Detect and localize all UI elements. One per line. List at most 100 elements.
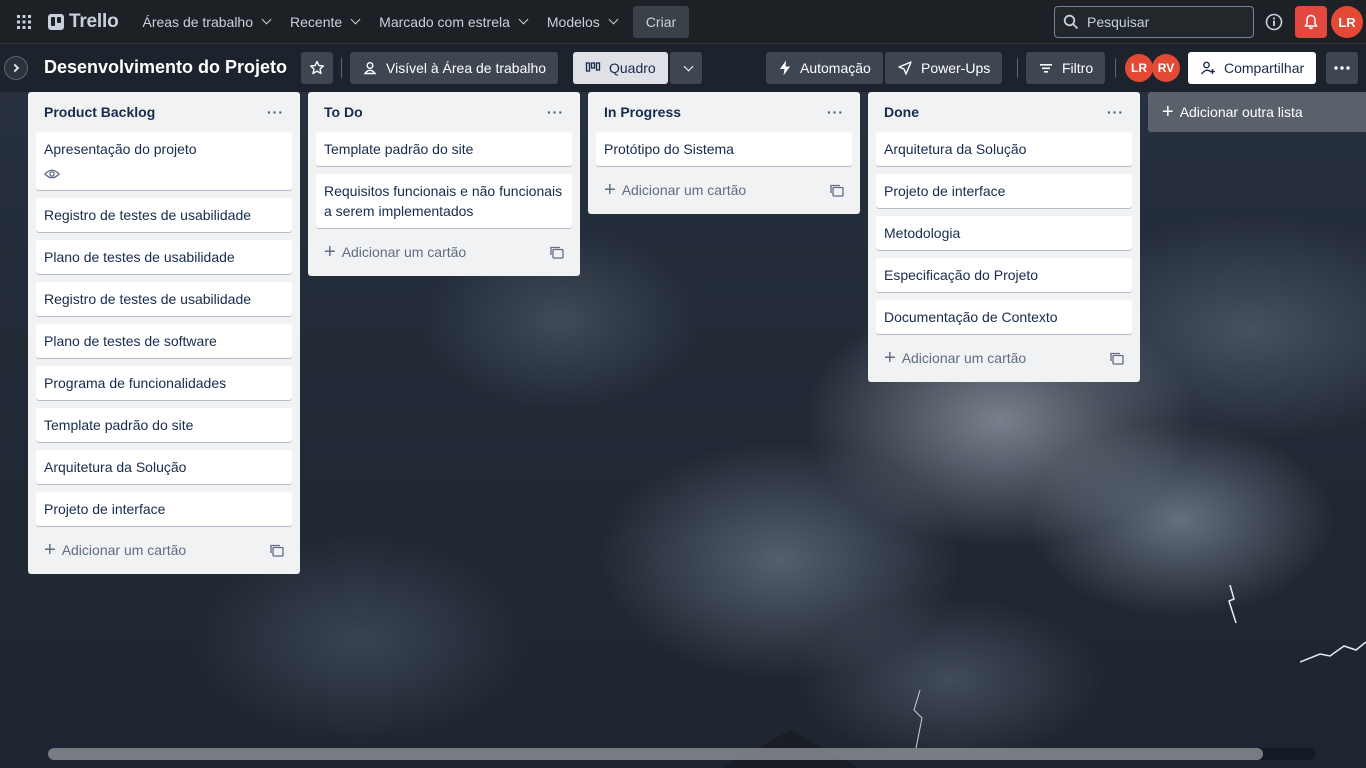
list-title[interactable]: In Progress (604, 104, 681, 120)
rocket-icon (898, 61, 912, 75)
board-title[interactable]: Desenvolvimento do Projeto (44, 57, 287, 78)
filter-icon (1040, 64, 1052, 73)
add-card-button[interactable]: + Adicionar um cartão (44, 540, 186, 560)
card[interactable]: Protótipo do Sistema (596, 132, 852, 166)
card[interactable]: Registro de testes de usabilidade (36, 282, 292, 316)
member-avatar[interactable]: RV (1152, 54, 1180, 82)
add-card-row: + Adicionar um cartão (876, 342, 1132, 374)
card[interactable]: Projeto de interface (36, 492, 292, 526)
card-badges (44, 165, 284, 183)
add-list-button[interactable]: + Adicionar outra lista (1148, 92, 1366, 132)
more-icon[interactable]: ··· (547, 105, 564, 119)
template-icon[interactable] (1110, 352, 1124, 365)
search-input[interactable]: Pesquisar (1054, 6, 1254, 38)
card[interactable]: Registro de testes de usabilidade (36, 198, 292, 232)
card-title: Template padrão do site (324, 141, 474, 157)
list-header: In Progress ··· (596, 92, 852, 132)
app-name: Trello (69, 10, 119, 32)
people-icon (363, 62, 377, 75)
more-icon[interactable]: ··· (1107, 105, 1124, 119)
card[interactable]: Documentação de Contexto (876, 300, 1132, 334)
automation-button[interactable]: Automação (766, 52, 883, 84)
list-title[interactable]: Done (884, 104, 919, 120)
search-icon (1063, 14, 1079, 30)
card[interactable]: Requisitos funcionais e não funcionais a… (316, 174, 572, 228)
notifications-button[interactable] (1295, 6, 1327, 38)
nav-starred-menu[interactable]: Marcado com estrela (369, 6, 537, 38)
nav-menu-label: Marcado com estrela (379, 13, 510, 30)
star-board-button[interactable] (301, 52, 333, 84)
create-button[interactable]: Criar (632, 5, 690, 38)
card-title: Template padrão do site (44, 417, 194, 433)
card[interactable]: Metodologia (876, 216, 1132, 250)
card-title: Metodologia (884, 225, 961, 241)
plus-icon: + (1162, 101, 1174, 123)
filter-button[interactable]: Filtro (1026, 52, 1106, 84)
share-label: Compartilhar (1224, 60, 1305, 76)
more-icon[interactable]: ··· (267, 105, 284, 119)
more-icon[interactable]: ··· (827, 105, 844, 119)
powerups-button[interactable]: Power-Ups (885, 52, 1003, 84)
list-to-do[interactable]: To Do ··· Template padrão do site Requis… (308, 92, 580, 276)
filter-label: Filtro (1062, 60, 1094, 76)
card[interactable]: Projeto de interface (876, 174, 1132, 208)
visibility-button[interactable]: Visível à Área de trabalho (350, 52, 559, 84)
board-menu-button[interactable] (1326, 52, 1358, 84)
card[interactable]: Template padrão do site (36, 408, 292, 442)
add-card-button[interactable]: + Adicionar um cartão (604, 180, 747, 200)
card[interactable]: Plano de testes de software (36, 324, 292, 358)
add-card-button[interactable]: + Adicionar um cartão (324, 241, 467, 263)
app-switcher-icon[interactable] (12, 10, 36, 34)
board-view-label: Quadro (609, 60, 656, 76)
trello-logo[interactable]: Trello (48, 10, 119, 33)
add-card-button[interactable]: + Adicionar um cartão (884, 348, 1026, 368)
plus-icon: + (324, 241, 336, 263)
horizontal-scrollbar[interactable] (48, 748, 1316, 760)
card-title: Protótipo do Sistema (604, 141, 734, 157)
template-icon[interactable] (830, 184, 844, 197)
user-avatar[interactable]: LR (1331, 6, 1363, 38)
card[interactable]: Programa de funcionalidades (36, 366, 292, 400)
star-icon (310, 60, 324, 75)
list-done[interactable]: Done ··· Arquitetura da Solução Projeto … (868, 92, 1140, 382)
card-title: Apresentação do projeto (44, 141, 197, 157)
nav-workspaces-menu[interactable]: Áreas de trabalho (132, 6, 280, 38)
view-switcher-button[interactable] (670, 52, 702, 84)
nav-recent-menu[interactable]: Recente (280, 6, 369, 38)
card[interactable]: Apresentação do projeto (36, 132, 292, 190)
info-icon[interactable] (1262, 10, 1286, 34)
list-title[interactable]: Product Backlog (44, 104, 155, 120)
list-product-backlog[interactable]: Product Backlog ··· Apresentação do proj… (28, 92, 300, 574)
bell-icon (1304, 14, 1318, 30)
header-divider (341, 58, 342, 78)
add-card-label: Adicionar um cartão (621, 182, 747, 198)
add-card-label: Adicionar um cartão (341, 244, 467, 260)
card[interactable]: Especificação do Projeto (876, 258, 1132, 292)
lightning-bolt-icon (913, 690, 923, 749)
list-in-progress[interactable]: In Progress ··· Protótipo do Sistema + A… (588, 92, 860, 214)
list-title[interactable]: To Do (324, 104, 363, 120)
nav-templates-menu[interactable]: Modelos (537, 6, 627, 38)
nav-menu-label: Modelos (546, 13, 600, 30)
template-icon[interactable] (270, 544, 284, 557)
card[interactable]: Plano de testes de usabilidade (36, 240, 292, 274)
board-header: Desenvolvimento do Projeto Visível à Áre… (0, 44, 1366, 92)
board-view-button[interactable]: Quadro (573, 52, 668, 84)
card-title: Projeto de interface (44, 501, 166, 517)
member-avatar[interactable]: LR (1125, 54, 1153, 82)
card-title: Requisitos funcionais e não funcionais a… (324, 183, 563, 219)
chevron-down-icon (261, 14, 272, 25)
sidebar-toggle-button[interactable] (4, 56, 28, 80)
template-icon[interactable] (550, 246, 564, 259)
card-title: Registro de testes de usabilidade (44, 291, 252, 307)
card[interactable]: Arquitetura da Solução (36, 450, 292, 484)
card[interactable]: Template padrão do site (316, 132, 572, 166)
add-card-row: + Adicionar um cartão (596, 174, 852, 206)
share-button[interactable]: Compartilhar (1188, 52, 1317, 84)
card-title: Plano de testes de software (44, 333, 217, 349)
powerups-label: Power-Ups (921, 60, 991, 76)
visibility-label: Visível à Área de trabalho (386, 60, 547, 76)
chevron-down-icon (518, 14, 529, 25)
scrollbar-thumb[interactable] (48, 748, 1263, 760)
card[interactable]: Arquitetura da Solução (876, 132, 1132, 166)
